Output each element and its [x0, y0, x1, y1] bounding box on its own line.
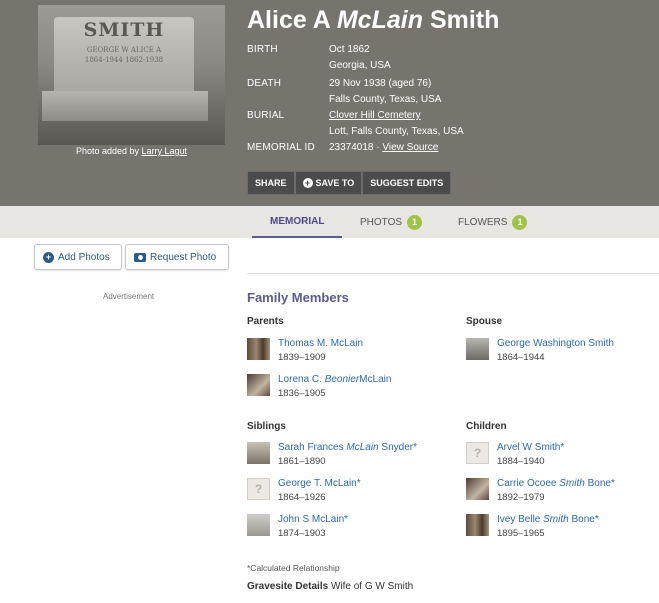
member-photo [247, 338, 270, 360]
tab-flowers[interactable]: FLOWERS 1 [440, 206, 545, 238]
member-name-link[interactable]: Ivey Belle Smith Bone* [497, 514, 599, 525]
memorial-id: 23374018 [329, 142, 374, 153]
flowers-count-badge: 1 [512, 214, 528, 230]
death-date: 29 Nov 1938 (aged 76) [329, 78, 432, 89]
member-dates: 1836–1905 [278, 388, 326, 399]
tab-memorial[interactable]: MEMORIAL [252, 206, 343, 238]
share-button[interactable]: SHARE [247, 171, 295, 195]
section-divider [247, 273, 659, 274]
member-name-link[interactable]: Arvel W Smith* [497, 442, 564, 453]
family-member[interactable]: ? Arvel W Smith* 1884–1940 [466, 442, 656, 472]
siblings-label: Siblings [247, 421, 286, 432]
family-member[interactable]: Lorena C. BeonierMcLain 1836–1905 [247, 374, 447, 404]
memorial-name: Alice A McLain Smith [247, 6, 499, 35]
advertisement-label: Advertisement [103, 292, 155, 301]
birth-date: Oct 1862 [329, 44, 370, 55]
member-photo-placeholder: ? [247, 478, 270, 500]
family-member[interactable]: Sarah Frances McLain Snyder* 1861–1890 [247, 442, 447, 472]
memorial-header: SMITH GEORGE W ALICE A 1864-1944 1862-19… [0, 0, 659, 206]
view-source-link[interactable]: View Source [382, 142, 438, 153]
photos-count-badge: 1 [407, 214, 423, 230]
calculated-relationship-note: *Calculated Relationship [247, 563, 340, 573]
question-mark-icon: ? [473, 446, 482, 460]
member-dates: 1884–1940 [497, 456, 545, 467]
family-member[interactable]: Thomas M. McLain 1839–1909 [247, 338, 447, 368]
family-members-heading: Family Members [247, 290, 349, 305]
member-photo [466, 478, 489, 500]
request-photo-button[interactable]: Request Photo [125, 244, 229, 270]
memorial-id-label: MEMORIAL ID [247, 142, 315, 153]
middle-name: McLain [336, 6, 423, 34]
member-dates: 1874–1903 [278, 528, 326, 539]
member-dates: 1861–1890 [278, 456, 326, 467]
burial-label: BURIAL [247, 110, 285, 121]
parents-label: Parents [247, 316, 284, 327]
gravesite-details: Gravesite Details Wife of G W Smith [247, 581, 413, 592]
death-label: DEATH [247, 78, 282, 89]
family-member[interactable]: Carrie Ocoee Smith Bone* 1892–1979 [466, 478, 656, 508]
first-name: Alice A [247, 6, 330, 34]
member-photo [466, 338, 489, 360]
gravesite-text: Wife of G W Smith [330, 581, 414, 592]
save-to-button[interactable]: + SAVE TO [294, 171, 363, 195]
family-member[interactable]: ? George T. McLain* 1864–1926 [247, 478, 447, 508]
children-label: Children [466, 421, 507, 432]
burial-place: Lott, Falls County, Texas, USA [329, 126, 464, 137]
member-photo [247, 514, 270, 536]
spouse-label: Spouse [466, 316, 503, 327]
tab-photos[interactable]: PHOTOS 1 [342, 206, 440, 238]
stone-line-1: GEORGE W ALICE A [86, 46, 162, 54]
member-dates: 1839–1909 [278, 352, 326, 363]
photo-credit: Photo added by Larry Lagut [75, 146, 188, 156]
plus-circle-icon: + [43, 251, 54, 263]
photo-credit-user-link[interactable]: Larry Lagut [142, 146, 188, 156]
member-dates: 1895–1965 [497, 528, 545, 539]
member-name-link[interactable]: George Washington Smith [497, 338, 614, 349]
camera-icon [134, 252, 146, 262]
suggest-edits-button[interactable]: SUGGEST EDITS [362, 171, 452, 195]
question-mark-icon: ? [254, 482, 263, 496]
member-dates: 1864–1944 [497, 352, 545, 363]
add-photos-button[interactable]: + Add Photos [34, 244, 122, 270]
member-photo [466, 514, 489, 536]
member-name-link[interactable]: Carrie Ocoee Smith Bone* [497, 478, 615, 489]
member-name-link[interactable]: John S McLain* [278, 514, 348, 525]
death-place: Falls County, Texas, USA [329, 94, 442, 105]
gravesite-label: Gravesite Details [247, 581, 329, 592]
member-name-link[interactable]: Lorena C. BeonierMcLain [278, 374, 391, 385]
member-name-link[interactable]: Sarah Frances McLain Snyder* [278, 442, 417, 453]
family-member[interactable]: John S McLain* 1874–1903 [247, 514, 447, 544]
member-name-link[interactable]: George T. McLain* [278, 478, 361, 489]
family-member[interactable]: Ivey Belle Smith Bone* 1895–1965 [466, 514, 656, 544]
cemetery-link[interactable]: Clover Hill Cemetery [329, 110, 421, 121]
last-name: Smith [429, 6, 500, 34]
stone-name: SMITH [83, 19, 165, 41]
gravestone-photo[interactable]: SMITH GEORGE W ALICE A 1864-1944 1862-19… [38, 5, 225, 145]
memorial-tabs: MEMORIAL PHOTOS 1 FLOWERS 1 [0, 206, 659, 238]
birth-place: Georgia, USA [329, 60, 391, 71]
memorial-actions: SHARE + SAVE TO SUGGEST EDITS [247, 171, 452, 195]
member-dates: 1892–1979 [497, 492, 545, 503]
plus-circle-icon: + [302, 178, 313, 188]
headstone-base [42, 91, 208, 121]
member-photo [247, 442, 270, 464]
member-photo-placeholder: ? [466, 442, 489, 464]
member-photo [247, 374, 270, 396]
member-name-link[interactable]: Thomas M. McLain [278, 338, 363, 349]
stone-line-2: 1864-1944 1862-1938 [84, 56, 164, 64]
family-member[interactable]: George Washington Smith 1864–1944 [466, 338, 656, 368]
member-dates: 1864–1926 [278, 492, 326, 503]
birth-label: BIRTH [247, 44, 278, 55]
headstone-image: SMITH GEORGE W ALICE A 1864-1944 1862-19… [54, 17, 194, 95]
